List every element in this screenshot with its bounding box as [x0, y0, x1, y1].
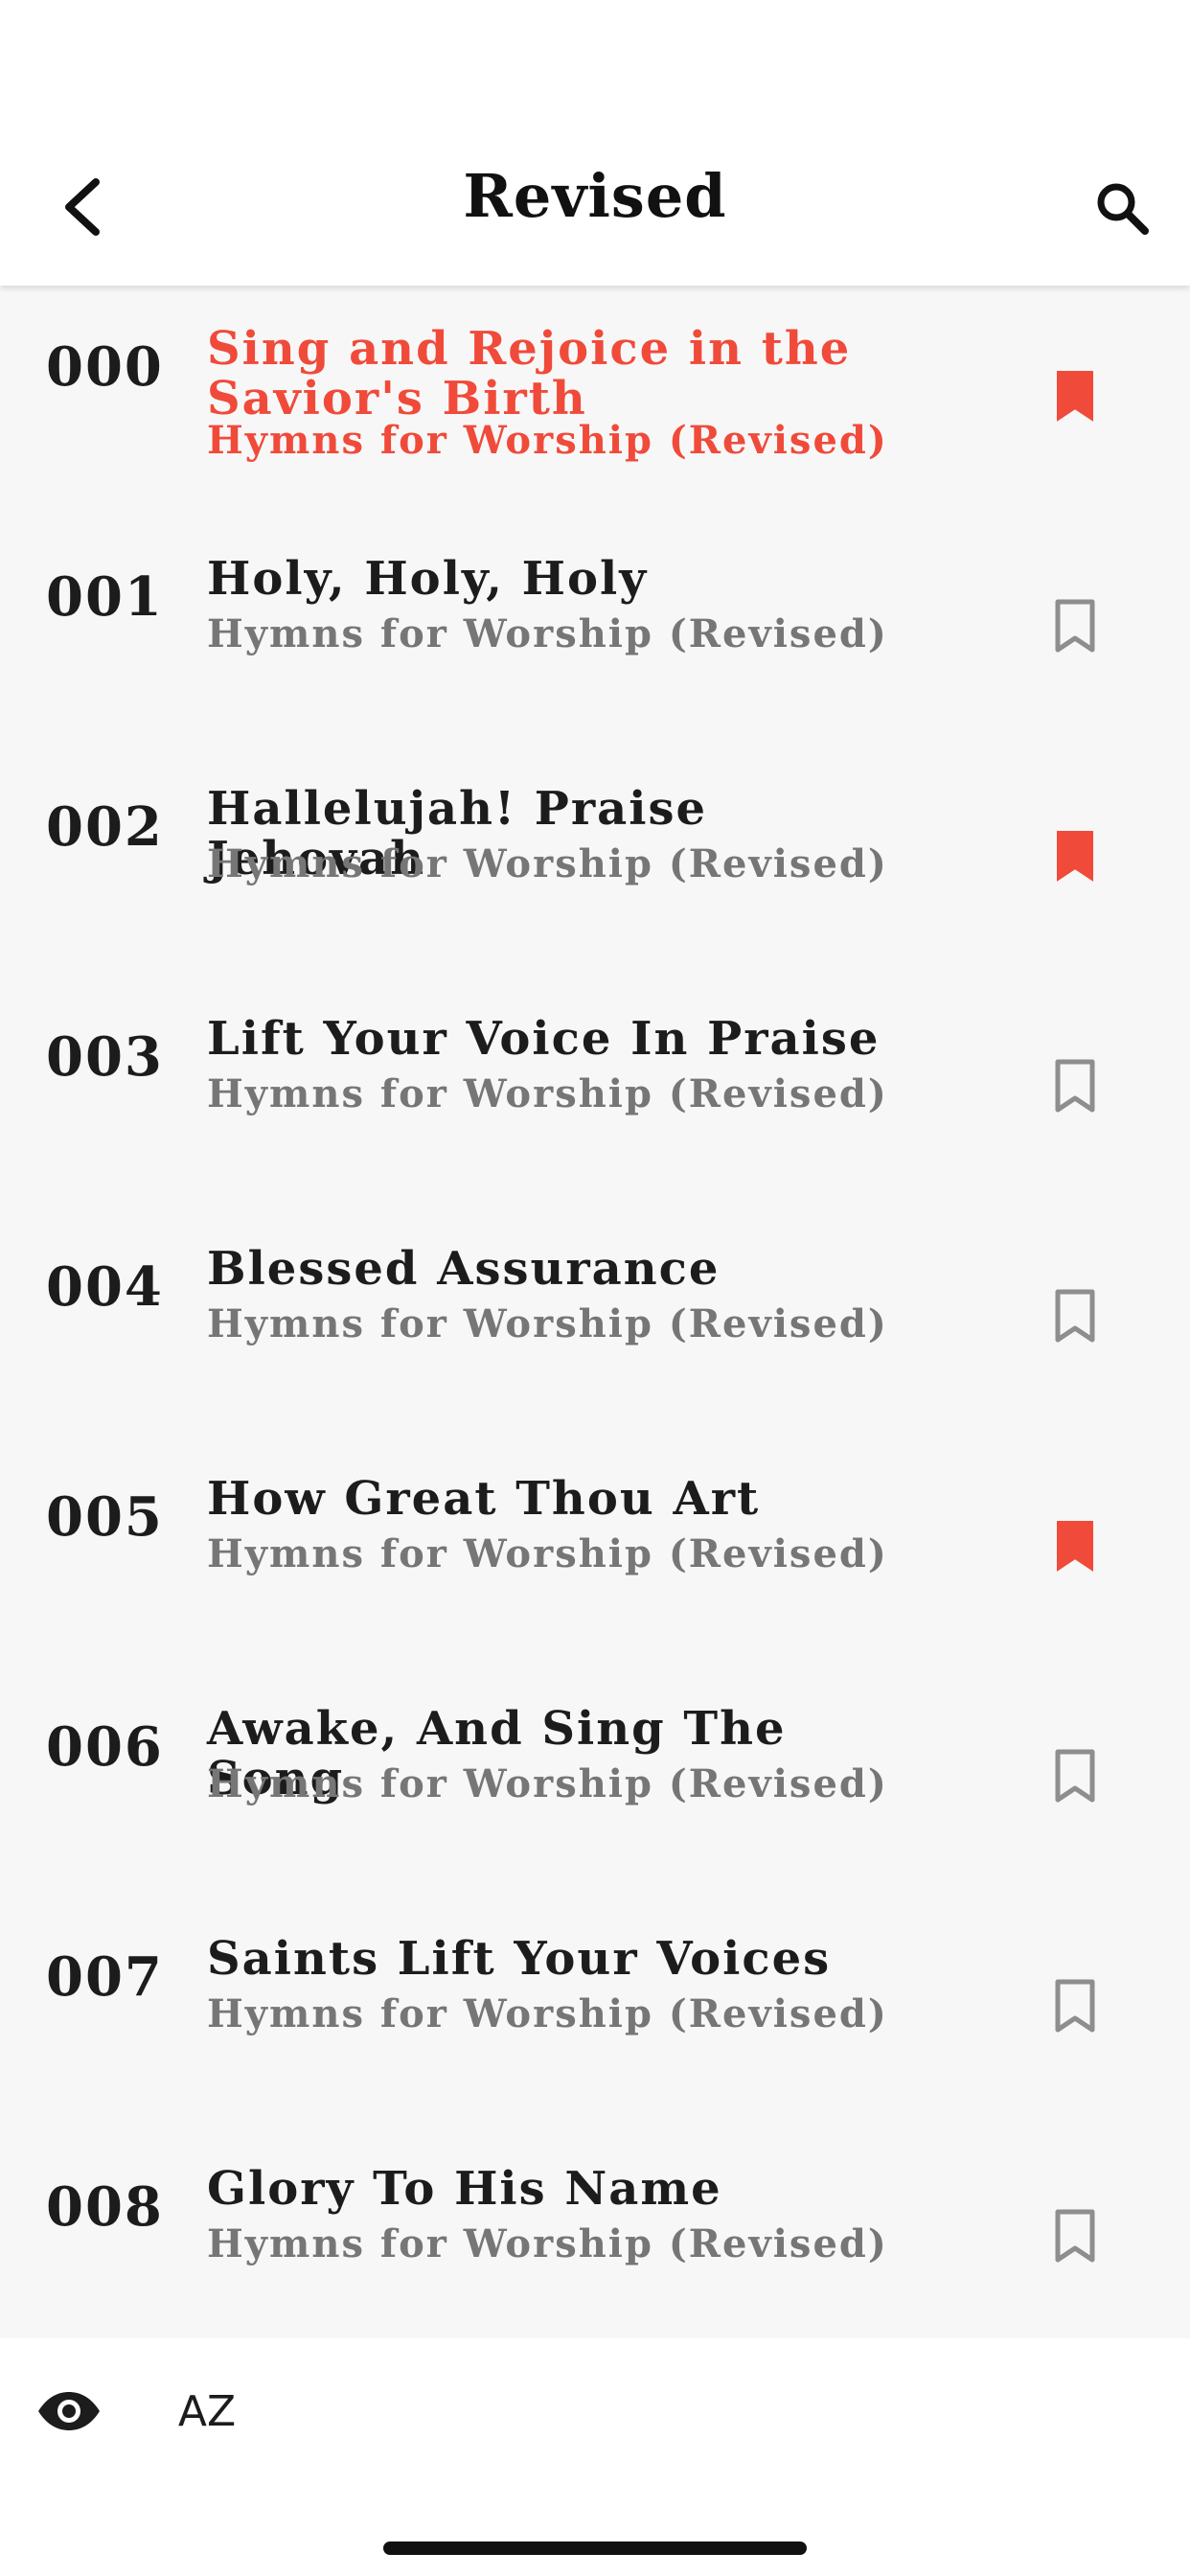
sort-az-icon: AZ — [177, 2386, 237, 2436]
bookmark-button[interactable] — [1048, 592, 1102, 659]
hymn-book: Hymns for Worship (Revised) — [207, 1991, 888, 2036]
hymn-row[interactable]: 008 Glory To His Name Hymns for Worship … — [0, 2126, 1190, 2338]
hymn-title: Saints Lift Your Voices — [207, 1932, 832, 1986]
eye-icon — [38, 2392, 100, 2430]
hymn-book: Hymns for Worship (Revised) — [207, 418, 888, 463]
hymn-row[interactable]: 000 Sing and Rejoice in the Savior's Bir… — [0, 286, 1190, 516]
hymn-number: 005 — [46, 1485, 164, 1549]
bookmark-button[interactable] — [1048, 1052, 1102, 1119]
bookmark-icon — [1055, 2209, 1095, 2263]
hymn-title: Holy, Holy, Holy — [207, 552, 649, 606]
bookmark-icon — [1055, 1289, 1095, 1343]
hymn-title: How Great Thou Art — [207, 1472, 761, 1526]
bookmark-icon — [1057, 371, 1093, 422]
hymn-book: Hymns for Worship (Revised) — [207, 611, 888, 656]
bookmark-button[interactable] — [1048, 1512, 1102, 1579]
hymn-list[interactable]: 000 Sing and Rejoice in the Savior's Bir… — [0, 286, 1190, 2338]
bookmark-button[interactable] — [1048, 1972, 1102, 2039]
hymn-number: 007 — [46, 1945, 164, 2009]
back-button[interactable] — [48, 171, 115, 243]
hymn-row[interactable]: 004 Blessed Assurance Hymns for Worship … — [0, 1206, 1190, 1436]
bottom-toolbar: AZ — [0, 2338, 1190, 2576]
search-icon — [1097, 183, 1149, 235]
bookmark-button[interactable] — [1048, 1282, 1102, 1349]
hymn-book: Hymns for Worship (Revised) — [207, 841, 888, 886]
bookmark-icon — [1055, 1749, 1095, 1803]
top-bar: Revised — [0, 0, 1190, 286]
hymn-title: Lift Your Voice In Praise — [207, 1012, 881, 1066]
bookmark-button[interactable] — [1048, 822, 1102, 889]
hymn-number: 001 — [46, 565, 164, 629]
bookmark-icon — [1055, 1979, 1095, 2033]
home-indicator — [383, 2542, 807, 2555]
hymn-number: 002 — [46, 795, 164, 859]
bookmark-icon — [1057, 831, 1093, 882]
hymn-book: Hymns for Worship (Revised) — [207, 1071, 888, 1116]
hymn-title: Blessed Assurance — [207, 1242, 721, 1296]
hymn-title: Sing and Rejoice in the Savior's Birth — [207, 322, 852, 426]
hymn-book: Hymns for Worship (Revised) — [207, 2221, 888, 2266]
page-title: Revised — [463, 161, 727, 231]
hymn-row[interactable]: 007 Saints Lift Your Voices Hymns for Wo… — [0, 1896, 1190, 2126]
bookmark-icon — [1055, 1059, 1095, 1113]
hymn-number: 006 — [46, 1715, 164, 1779]
hymn-title: Glory To His Name — [207, 2162, 722, 2216]
search-button[interactable] — [1087, 172, 1157, 243]
view-toggle-button[interactable] — [34, 2377, 103, 2446]
chevron-left-icon — [65, 178, 100, 236]
hymn-book: Hymns for Worship (Revised) — [207, 1531, 888, 1576]
hymn-row[interactable]: 002 Hallelujah! Praise Jehovah Hymns for… — [0, 746, 1190, 976]
bookmark-icon — [1055, 599, 1095, 653]
hymn-number: 004 — [46, 1255, 164, 1319]
bookmark-button[interactable] — [1048, 362, 1102, 429]
bookmark-button[interactable] — [1048, 1742, 1102, 1809]
hymn-number: 000 — [46, 335, 164, 399]
sort-az-button[interactable]: AZ — [169, 2373, 245, 2450]
hymn-row[interactable]: 006 Awake, And Sing The Song Hymns for W… — [0, 1666, 1190, 1896]
hymn-number: 008 — [46, 2175, 164, 2239]
hymn-book: Hymns for Worship (Revised) — [207, 1761, 888, 1806]
hymn-number: 003 — [46, 1025, 164, 1089]
hymn-row[interactable]: 003 Lift Your Voice In Praise Hymns for … — [0, 976, 1190, 1206]
hymn-book: Hymns for Worship (Revised) — [207, 1301, 888, 1346]
bookmark-button[interactable] — [1048, 2202, 1102, 2269]
hymn-row[interactable]: 005 How Great Thou Art Hymns for Worship… — [0, 1436, 1190, 1666]
bookmark-icon — [1057, 1521, 1093, 1572]
hymn-row[interactable]: 001 Holy, Holy, Holy Hymns for Worship (… — [0, 516, 1190, 746]
